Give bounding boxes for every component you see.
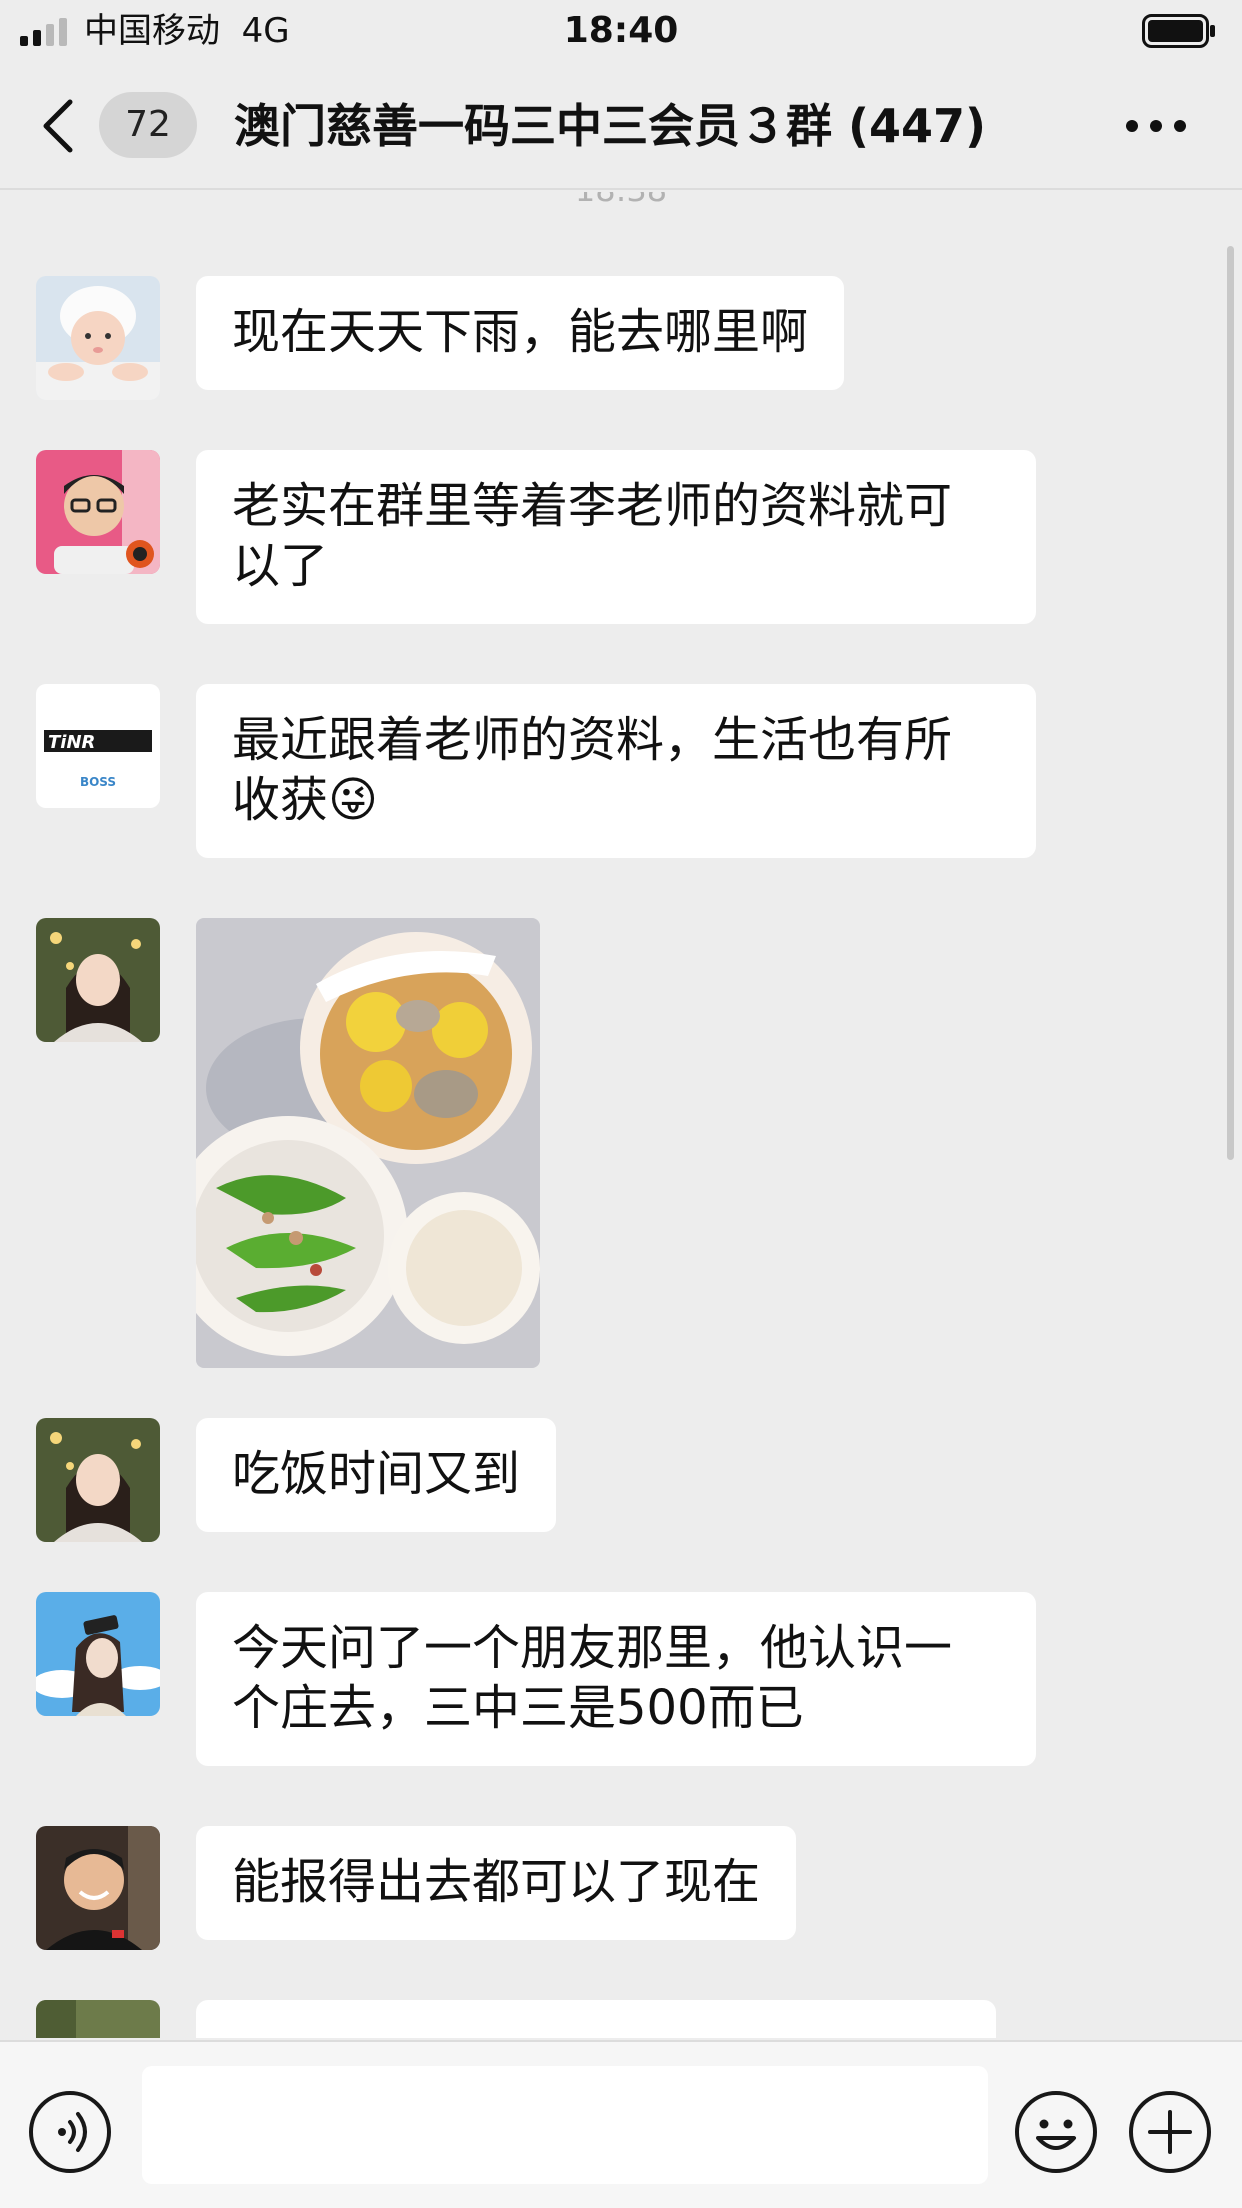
avatar-man-glasses[interactable]	[36, 450, 160, 574]
avatar-caption-sub: BOSS	[80, 775, 116, 789]
emoji-icon[interactable]	[1014, 2090, 1098, 2174]
more-options-icon[interactable]	[1126, 118, 1186, 134]
message-list[interactable]: 18:38 现在天天下雨，能去哪里啊	[0, 192, 1242, 2038]
message-bubble[interactable]: 今天问了一个朋友那里，他认识一 个庄去，三中三是500而已	[196, 1592, 1036, 1766]
back-arrow-icon[interactable]	[40, 98, 80, 154]
avatar-tinr-logo[interactable]: TiNR BOSS	[36, 684, 160, 808]
time-separator: 18:38	[0, 192, 1242, 212]
input-bar	[0, 2040, 1242, 2208]
message-bubble-partial[interactable]	[196, 2000, 996, 2038]
message-text-line: 以了	[232, 538, 329, 594]
message-text: 能报得出去都可以了现在	[232, 1854, 761, 1910]
message-text: 现在天天下雨，能去哪里啊	[232, 304, 809, 360]
message-bubble[interactable]: 最近跟着老师的资料，生活也有所 收获😜	[196, 684, 1036, 858]
wink-tongue-emoji: 😜	[328, 772, 379, 828]
message-bubble[interactable]: 吃饭时间又到	[196, 1418, 557, 1532]
message-text-line: 个庄去，三中三是500而已	[232, 1680, 804, 1736]
message-text-line: 老实在群里等着李老师的资料就可	[232, 478, 953, 534]
message-bubble[interactable]: 老实在群里等着李老师的资料就可 以了	[196, 450, 1036, 624]
status-bar: 中国移动 4G 18:40	[0, 0, 1242, 62]
message-bubble[interactable]: 现在天天下雨，能去哪里啊	[196, 276, 845, 390]
message-text-line: 今天问了一个朋友那里，他认识一	[232, 1620, 953, 1676]
avatar-caption-main: TiNR	[48, 732, 95, 753]
chat-header: 72 澳门慈善一码三中三会员３群 (447)	[0, 62, 1242, 190]
unread-count-badge[interactable]: 72	[99, 92, 197, 158]
scrollbar[interactable]	[1227, 246, 1234, 1160]
battery-icon	[1142, 14, 1215, 48]
chat-title: 澳门慈善一码三中三会员３群 (447)	[234, 99, 987, 153]
avatar-girl[interactable]	[36, 1418, 160, 1542]
avatar-baby[interactable]	[36, 276, 160, 400]
food-photo[interactable]	[196, 918, 540, 1368]
message-text-line: 收获😜	[232, 772, 379, 828]
avatar-anime-sky[interactable]	[36, 1592, 160, 1716]
avatar-girl[interactable]	[36, 918, 160, 1042]
message-text: 吃饭时间又到	[232, 1446, 521, 1502]
message-bubble[interactable]: 能报得出去都可以了现在	[196, 1826, 797, 1940]
avatar-man-smiling[interactable]	[36, 1826, 160, 1950]
status-time: 18:40	[563, 10, 679, 51]
message-text-line: 最近跟着老师的资料，生活也有所	[232, 712, 953, 768]
message-input[interactable]	[142, 2066, 988, 2184]
plus-icon[interactable]	[1128, 2090, 1212, 2174]
voice-input-icon[interactable]	[28, 2090, 112, 2174]
avatar-partial[interactable]	[36, 2000, 160, 2038]
